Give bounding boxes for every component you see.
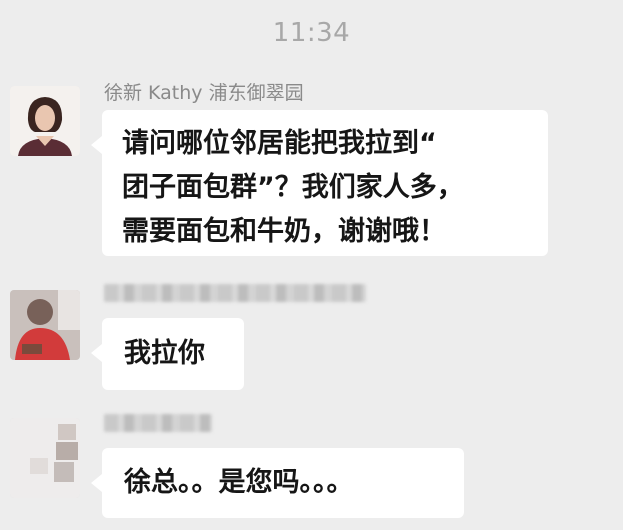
message-bubble[interactable]: 请问哪位邻居能把我拉到“ 团子面包群”？我们家人多， 需要面包和牛奶，谢谢哦！ [91,110,548,256]
message-text-line: 我拉你 [124,338,205,369]
avatar-photo [10,418,80,498]
avatar[interactable] [10,418,80,498]
sender-name-blurred [104,414,212,437]
avatar[interactable] [10,86,80,156]
avatar-photo [10,290,80,360]
message-bubble[interactable]: 我拉你 [91,318,244,390]
message-bubble[interactable]: 徐总。。是您吗。。。 [91,448,464,518]
message-text-line: 请问哪位邻居能把我拉到“ [122,128,437,159]
avatar-photo [10,86,80,156]
avatar[interactable] [10,290,80,360]
sender-name-blurred [104,284,366,307]
sender-name: 徐新 Kathy 浦东御翠园 [104,82,304,104]
message-timestamp: 11:34 [272,18,351,48]
message-text-line: 团子面包群”？我们家人多， [122,172,464,203]
message-text-line: 需要面包和牛奶，谢谢哦！ [122,216,446,247]
message-text-line: 徐总。。是您吗。。。 [124,467,354,498]
